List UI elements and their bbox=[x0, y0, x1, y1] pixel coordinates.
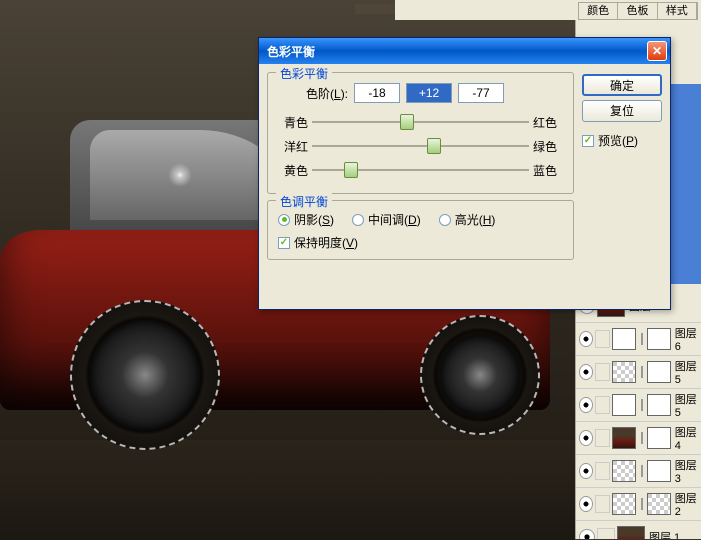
layer-thumbnail[interactable] bbox=[612, 460, 636, 482]
visibility-icon[interactable] bbox=[579, 529, 595, 539]
slider-track[interactable] bbox=[312, 113, 529, 131]
slider-thumb[interactable] bbox=[427, 138, 441, 154]
link-cell[interactable] bbox=[595, 495, 610, 513]
visibility-icon[interactable] bbox=[579, 364, 593, 380]
layer-name-label[interactable]: 图层 1 bbox=[649, 529, 680, 539]
visibility-icon[interactable] bbox=[579, 496, 593, 512]
panel-tabs[interactable]: 颜色 色板 样式 bbox=[578, 2, 698, 20]
levels-row: 色阶(L): -18 +12 -77 bbox=[278, 83, 563, 103]
slider-left-label: 黄色 bbox=[278, 162, 308, 179]
radio-shadows[interactable]: 阴影(S) bbox=[278, 211, 334, 228]
level-yellow-blue-input[interactable]: -77 bbox=[458, 83, 504, 103]
link-cell[interactable] bbox=[595, 462, 610, 480]
layer-name-label[interactable]: 图层 5 bbox=[675, 358, 701, 386]
level-cyan-red-input[interactable]: -18 bbox=[354, 83, 400, 103]
layer-row[interactable]: 图层 5 bbox=[576, 356, 701, 389]
layer-row[interactable]: 图层 6 bbox=[576, 323, 701, 356]
selection-marquee-rear-wheel[interactable] bbox=[70, 300, 220, 450]
link-cell[interactable] bbox=[595, 396, 610, 414]
layer-thumbnail[interactable] bbox=[612, 427, 636, 449]
layer-thumbnail[interactable] bbox=[612, 493, 636, 515]
visibility-icon[interactable] bbox=[579, 397, 593, 413]
visibility-icon[interactable] bbox=[579, 463, 593, 479]
layer-thumbnail[interactable] bbox=[612, 394, 636, 416]
layer-thumbnail[interactable] bbox=[612, 361, 636, 383]
layer-row[interactable]: 图层 5 bbox=[576, 389, 701, 422]
close-icon: ✕ bbox=[652, 44, 662, 58]
level-magenta-green-input[interactable]: +12 bbox=[406, 83, 452, 103]
checkbox-preserve-luminosity[interactable]: 保持明度(V) bbox=[278, 234, 563, 251]
close-button[interactable]: ✕ bbox=[647, 41, 667, 61]
mask-thumbnail[interactable] bbox=[647, 394, 671, 416]
mask-thumbnail[interactable] bbox=[647, 328, 671, 350]
mask-thumbnail[interactable] bbox=[647, 493, 671, 515]
slider-left-label: 青色 bbox=[278, 114, 308, 131]
mask-link-icon[interactable] bbox=[638, 495, 645, 513]
group-title-tone: 色调平衡 bbox=[276, 193, 332, 210]
slider-right-label: 红色 bbox=[533, 114, 563, 131]
slider-right-label: 蓝色 bbox=[533, 162, 563, 179]
slider-right-label: 绿色 bbox=[533, 138, 563, 155]
slider-left-label: 洋红 bbox=[278, 138, 308, 155]
layer-name-label[interactable]: 图层 6 bbox=[675, 325, 701, 353]
radio-icon bbox=[278, 214, 290, 226]
group-title-balance: 色彩平衡 bbox=[276, 65, 332, 82]
layers-panel[interactable]: 图层 7 图层 6 图层 5 图层 5 bbox=[576, 290, 701, 539]
slider-cyan-red: 青色 红色 bbox=[278, 113, 563, 131]
selection-marquee-front-wheel[interactable] bbox=[420, 315, 540, 435]
link-cell[interactable] bbox=[595, 429, 610, 447]
radio-midtones[interactable]: 中间调(D) bbox=[352, 211, 421, 228]
slider-track[interactable] bbox=[312, 137, 529, 155]
levels-label: 色阶(L): bbox=[306, 85, 348, 102]
cancel-button[interactable]: 复位 bbox=[582, 100, 662, 122]
slider-yellow-blue: 黄色 蓝色 bbox=[278, 161, 563, 179]
slider-thumb[interactable] bbox=[400, 114, 414, 130]
layer-row[interactable]: 图层 1 bbox=[576, 521, 701, 539]
mask-thumbnail[interactable] bbox=[647, 361, 671, 383]
radio-icon bbox=[439, 214, 451, 226]
tone-balance-group: 色调平衡 阴影(S) 中间调(D) 高光(H) 保持明度(V) bbox=[267, 200, 574, 260]
layer-thumbnail[interactable] bbox=[617, 526, 645, 539]
layer-row[interactable]: 图层 2 bbox=[576, 488, 701, 521]
layer-name-label[interactable]: 图层 3 bbox=[675, 457, 701, 485]
dialog-titlebar[interactable]: 色彩平衡 ✕ bbox=[259, 38, 670, 64]
radio-highlights[interactable]: 高光(H) bbox=[439, 211, 496, 228]
checkbox-icon bbox=[278, 237, 290, 249]
tab-swatches[interactable]: 色板 bbox=[618, 3, 657, 19]
checkbox-icon bbox=[582, 135, 594, 147]
checkbox-preview[interactable]: 预览(P) bbox=[582, 132, 662, 149]
dialog-title: 色彩平衡 bbox=[267, 43, 647, 60]
layer-row[interactable]: 图层 3 bbox=[576, 455, 701, 488]
color-balance-group: 色彩平衡 色阶(L): -18 +12 -77 青色 红色 洋红 绿色 bbox=[267, 72, 574, 194]
windshield-crack bbox=[150, 150, 210, 200]
visibility-icon[interactable] bbox=[579, 331, 593, 347]
layer-name-label[interactable]: 图层 2 bbox=[675, 490, 701, 518]
slider-magenta-green: 洋红 绿色 bbox=[278, 137, 563, 155]
mask-link-icon[interactable] bbox=[638, 462, 645, 480]
slider-thumb[interactable] bbox=[344, 162, 358, 178]
tab-styles[interactable]: 样式 bbox=[658, 3, 697, 19]
tab-color[interactable]: 颜色 bbox=[579, 3, 618, 19]
ok-button[interactable]: 确定 bbox=[582, 74, 662, 96]
color-balance-dialog: 色彩平衡 ✕ 色彩平衡 色阶(L): -18 +12 -77 青色 红色 bbox=[258, 37, 671, 310]
link-cell[interactable] bbox=[597, 528, 615, 539]
visibility-icon[interactable] bbox=[579, 430, 593, 446]
link-cell[interactable] bbox=[595, 330, 610, 348]
radio-icon bbox=[352, 214, 364, 226]
layer-row[interactable]: 图层 4 bbox=[576, 422, 701, 455]
mask-thumbnail[interactable] bbox=[647, 460, 671, 482]
layer-name-label[interactable]: 图层 5 bbox=[675, 391, 701, 419]
mask-link-icon[interactable] bbox=[638, 330, 645, 348]
mask-link-icon[interactable] bbox=[638, 396, 645, 414]
mask-link-icon[interactable] bbox=[638, 429, 645, 447]
link-cell[interactable] bbox=[595, 363, 610, 381]
slider-track[interactable] bbox=[312, 161, 529, 179]
layer-thumbnail[interactable] bbox=[612, 328, 636, 350]
mask-thumbnail[interactable] bbox=[647, 427, 671, 449]
mask-link-icon[interactable] bbox=[638, 363, 645, 381]
layer-name-label[interactable]: 图层 4 bbox=[675, 424, 701, 452]
